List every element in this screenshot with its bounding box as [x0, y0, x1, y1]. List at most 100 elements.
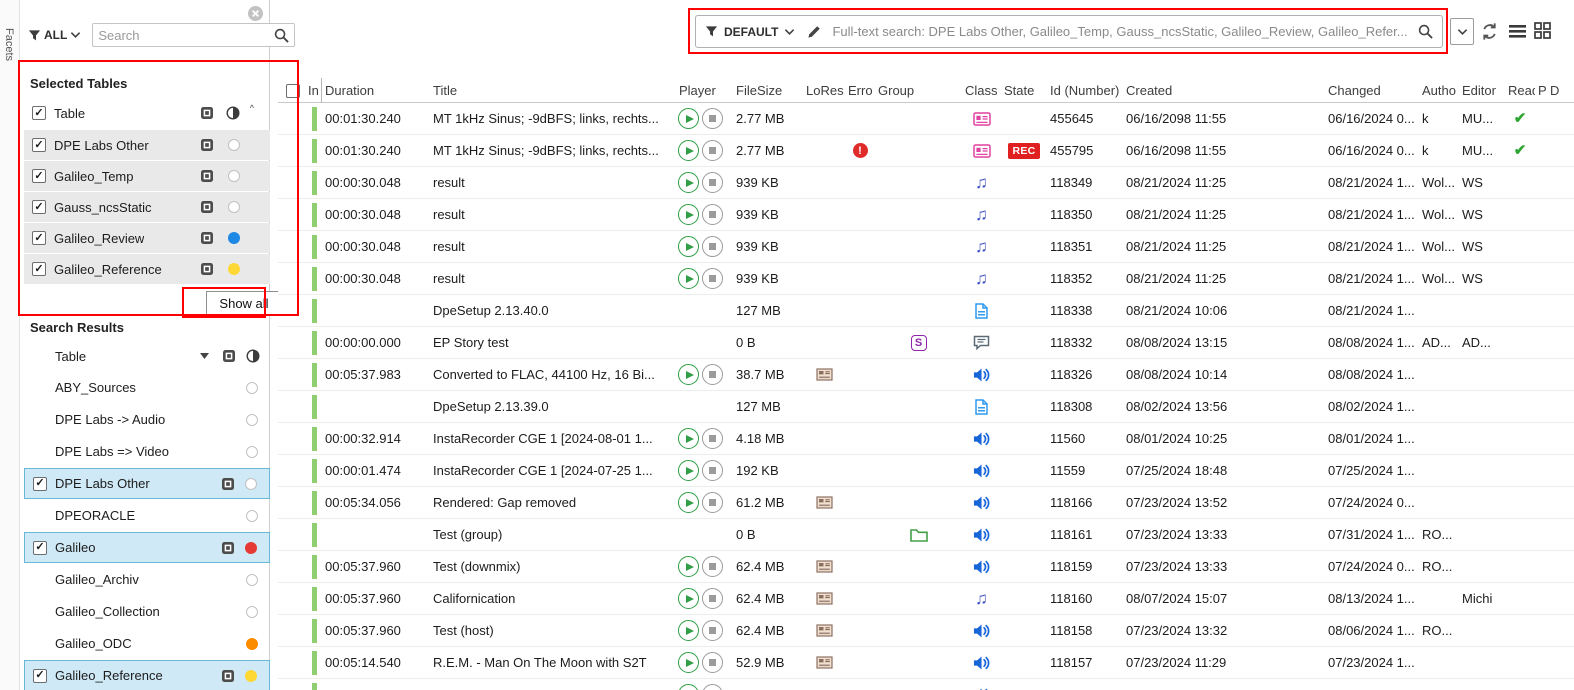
dropdown-caret-icon[interactable]	[200, 353, 209, 359]
search-result-item[interactable]: ABY_Sources	[24, 372, 270, 403]
fulltext-search-input[interactable]	[832, 24, 1414, 39]
column-header-select[interactable]	[278, 78, 305, 103]
table-toggle-icon[interactable]	[221, 669, 235, 683]
grid-view-icon[interactable]	[1534, 22, 1551, 39]
table-checkbox[interactable]: ✓	[32, 231, 46, 245]
edit-pencil-icon[interactable]	[807, 24, 822, 39]
selected-table-item[interactable]: ✓Gauss_ncsStatic	[24, 192, 270, 222]
table-row[interactable]: DpeSetup 2.13.39.0127 MB11830808/02/2024…	[278, 391, 1574, 423]
search-result-item[interactable]: Galileo_Archiv	[24, 564, 270, 595]
search-icon[interactable]	[274, 28, 289, 43]
search-result-item[interactable]: DPEORACLE	[24, 500, 270, 531]
stop-button[interactable]	[702, 556, 723, 577]
search-preset-label[interactable]: DEFAULT	[724, 25, 778, 39]
table-row[interactable]: 00:00:30.048result939 KB♫11834908/21/202…	[278, 167, 1574, 199]
play-button[interactable]	[678, 684, 699, 690]
stop-button[interactable]	[702, 140, 723, 161]
search-result-item[interactable]: ✓Galileo	[24, 532, 270, 563]
column-header-p[interactable]: P	[1535, 78, 1547, 103]
search-result-item[interactable]: ✓DPE Labs Other	[24, 468, 270, 499]
contrast-toggle-icon[interactable]	[246, 349, 260, 363]
table-row[interactable]: 00:05:34.056Rendered: Gap removed61.2 MB…	[278, 487, 1574, 519]
table-toggle-icon[interactable]	[200, 138, 214, 152]
search-results-header[interactable]: Table	[24, 342, 270, 370]
table-row[interactable]: 00:00:32.914InstaRecorder CGE 1 [2024-08…	[278, 423, 1574, 455]
column-header-group[interactable]: Group	[875, 78, 962, 103]
column-header-author[interactable]: Autho	[1419, 78, 1459, 103]
table-row[interactable]: 00:00:30.048result939 KB♫11835008/21/202…	[278, 199, 1574, 231]
table-toggle-icon[interactable]	[221, 541, 235, 555]
table-checkbox[interactable]: ✓	[33, 477, 47, 491]
table-row[interactable]: 00:05:14.540R.E.M. - Man On The Moon wit…	[278, 647, 1574, 679]
column-header-changed[interactable]: Changed	[1325, 78, 1419, 103]
stop-button[interactable]	[702, 460, 723, 481]
table-checkbox[interactable]: ✓	[33, 541, 47, 555]
refresh-icon[interactable]	[1480, 22, 1499, 41]
table-row[interactable]: 00:01:30.240MT 1kHz Sinus; -9dBFS; links…	[278, 135, 1574, 167]
list-view-icon[interactable]	[1509, 24, 1526, 39]
play-button[interactable]	[678, 652, 699, 673]
stop-button[interactable]	[702, 204, 723, 225]
play-button[interactable]	[678, 460, 699, 481]
table-row[interactable]: 00:01:30.240MT 1kHz Sinus; -9dBFS; links…	[278, 103, 1574, 135]
stop-button[interactable]	[702, 588, 723, 609]
selected-table-item[interactable]: ✓Galileo_Temp	[24, 161, 270, 191]
column-header-player[interactable]: Player	[676, 78, 733, 103]
table-row[interactable]: 00:00:30.048result939 KB♫11835208/21/202…	[278, 263, 1574, 295]
column-header-in[interactable]: In	[305, 78, 322, 103]
contrast-toggle-icon[interactable]	[226, 106, 240, 120]
stop-button[interactable]	[702, 492, 723, 513]
table-row[interactable]: Test (group)0 B11816107/23/2024 13:3307/…	[278, 519, 1574, 551]
facets-panel-tab[interactable]: Facets	[0, 0, 20, 690]
column-header-filesize[interactable]: FileSize	[733, 78, 803, 103]
select-all-checkbox[interactable]	[286, 84, 300, 98]
table-checkbox[interactable]: ✓	[32, 138, 46, 152]
column-header-duration[interactable]: Duration	[322, 78, 430, 103]
search-result-item[interactable]: ✓Galileo_Reference	[24, 660, 270, 690]
table-row[interactable]: DpeSetup 2.13.40.0127 MB11833808/21/2024…	[278, 295, 1574, 327]
table-toggle-icon[interactable]	[200, 262, 214, 276]
column-header-id[interactable]: Id (Number)	[1047, 78, 1123, 103]
play-button[interactable]	[678, 236, 699, 257]
search-icon[interactable]	[1418, 24, 1433, 39]
table-row[interactable]: 00:05:37.960Californication62.4 MB♫11816…	[278, 583, 1574, 615]
table-toggle-icon[interactable]	[200, 106, 214, 120]
table-checkbox[interactable]: ✓	[32, 262, 46, 276]
table-toggle-icon[interactable]	[200, 200, 214, 214]
table-toggle-icon[interactable]	[222, 349, 236, 363]
play-button[interactable]	[678, 588, 699, 609]
selected-table-item[interactable]: ✓DPE Labs Other	[24, 130, 270, 160]
stop-button[interactable]	[702, 172, 723, 193]
table-row[interactable]: 00:05:37.960Test (downmix)62.4 MB1181590…	[278, 551, 1574, 583]
play-button[interactable]	[678, 492, 699, 513]
table-checkbox[interactable]: ✓	[32, 200, 46, 214]
table-row[interactable]: 00:05:37.960Test (host)62.4 MB11815807/2…	[278, 615, 1574, 647]
play-button[interactable]	[678, 556, 699, 577]
search-result-item[interactable]: DPE Labs => Video	[24, 436, 270, 467]
stop-button[interactable]	[702, 428, 723, 449]
selected-table-item[interactable]: ✓Galileo_Review	[24, 223, 270, 253]
selected-table-item[interactable]: ✓Galileo_Reference	[24, 254, 270, 284]
play-button[interactable]	[678, 140, 699, 161]
play-button[interactable]	[678, 108, 699, 129]
table-row[interactable]: 00:00:01.474InstaRecorder CGE 1 [2024-07…	[278, 455, 1574, 487]
stop-button[interactable]	[702, 268, 723, 289]
table-row[interactable]: 00:00:30.048result939 KB♫11835108/21/202…	[278, 231, 1574, 263]
stop-button[interactable]	[702, 620, 723, 641]
search-result-item[interactable]: Galileo_ODC	[24, 628, 270, 659]
close-icon[interactable]	[248, 6, 263, 21]
column-header-error[interactable]: Erro	[845, 78, 875, 103]
column-header-state[interactable]: State	[1001, 78, 1047, 103]
filter-icon[interactable]	[705, 25, 718, 38]
column-header-created[interactable]: Created	[1123, 78, 1325, 103]
table-toggle-icon[interactable]	[221, 477, 235, 491]
table-group-checkbox[interactable]: ✓	[32, 106, 46, 120]
column-header-d[interactable]: D	[1547, 78, 1574, 103]
table-row[interactable]	[278, 679, 1574, 690]
stop-button[interactable]	[702, 684, 723, 690]
chevron-down-icon[interactable]	[784, 28, 795, 36]
selected-tables-header[interactable]: ✓ Table ^	[24, 98, 270, 128]
play-button[interactable]	[678, 172, 699, 193]
column-header-lores[interactable]: LoRes	[803, 78, 845, 103]
search-result-item[interactable]: Galileo_Collection	[24, 596, 270, 627]
